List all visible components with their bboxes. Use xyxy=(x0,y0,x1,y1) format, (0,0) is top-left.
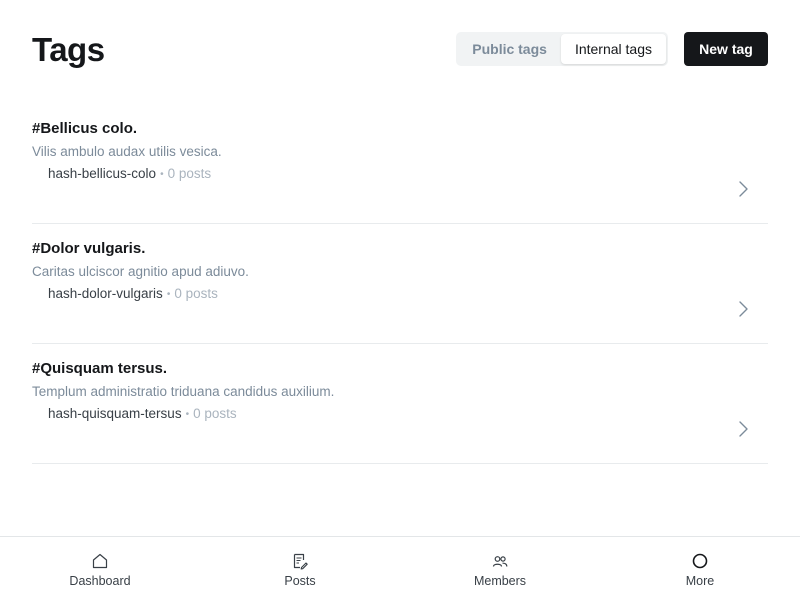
tag-row[interactable]: #Bellicus colo. Vilis ambulo audax utili… xyxy=(32,104,768,224)
nav-posts[interactable]: Posts xyxy=(200,537,400,600)
tag-name[interactable]: #Quisquam tersus. xyxy=(32,360,167,377)
page-title: Tags xyxy=(32,31,105,68)
nav-label: Members xyxy=(473,573,527,588)
nav-label: Dashboard xyxy=(69,573,131,588)
chevron-right-icon[interactable] xyxy=(736,420,750,438)
posts-icon xyxy=(293,553,308,570)
chevron-right-icon[interactable] xyxy=(736,300,750,318)
tag-meta: hash-dolor-vulgaris • 0 posts xyxy=(48,286,218,301)
tag-description: Templum administratio triduana candidus … xyxy=(32,384,335,399)
tag-list: #Bellicus colo. Vilis ambulo audax utili… xyxy=(32,104,768,464)
home-icon xyxy=(92,553,108,568)
tag-name[interactable]: #Dolor vulgaris. xyxy=(32,240,145,257)
new-tag-button[interactable]: New tag xyxy=(684,32,768,66)
tag-slug: hash-bellicus-colo xyxy=(48,166,157,181)
nav-more[interactable]: More xyxy=(600,537,800,600)
meta-separator: • xyxy=(160,169,164,180)
tag-post-count: 0 posts xyxy=(167,166,212,181)
meta-separator: • xyxy=(185,409,190,420)
tag-post-count: 0 posts xyxy=(193,406,237,421)
tag-name[interactable]: #Bellicus colo. xyxy=(32,120,137,137)
tag-slug: hash-quisquam-tersus xyxy=(48,406,182,421)
tag-description: Caritas ulciscor agnitio apud adiuvo. xyxy=(32,264,249,279)
internal-tags-tab[interactable]: Internal tags xyxy=(560,34,666,64)
tag-visibility-toggle: Public tags Internal tags xyxy=(456,32,668,66)
public-tags-tab[interactable]: Public tags xyxy=(458,34,561,64)
tag-meta: hash-bellicus-colo • 0 posts xyxy=(48,166,211,181)
tag-meta: hash-quisquam-tersus • 0 posts xyxy=(48,406,237,421)
page-header: Tags Public tags Internal tags New tag xyxy=(32,32,768,68)
tag-post-count: 0 posts xyxy=(174,286,218,301)
nav-dashboard[interactable]: Dashboard xyxy=(0,537,200,600)
nav-members[interactable]: Members xyxy=(400,537,600,600)
tag-description: Vilis ambulo audax utilis vesica. xyxy=(32,144,222,159)
more-circle-icon xyxy=(692,553,708,568)
nav-label: Posts xyxy=(284,573,316,588)
tag-row[interactable]: #Quisquam tersus. Templum administratio … xyxy=(32,344,768,464)
nav-label: More xyxy=(685,573,715,588)
chevron-right-icon[interactable] xyxy=(736,180,750,198)
meta-separator: • xyxy=(166,289,171,300)
tag-slug: hash-dolor-vulgaris xyxy=(48,286,163,301)
members-icon xyxy=(492,555,508,567)
bottom-navigation: Dashboard Posts Members More xyxy=(0,536,800,600)
tag-row[interactable]: #Dolor vulgaris. Caritas ulciscor agniti… xyxy=(32,224,768,344)
